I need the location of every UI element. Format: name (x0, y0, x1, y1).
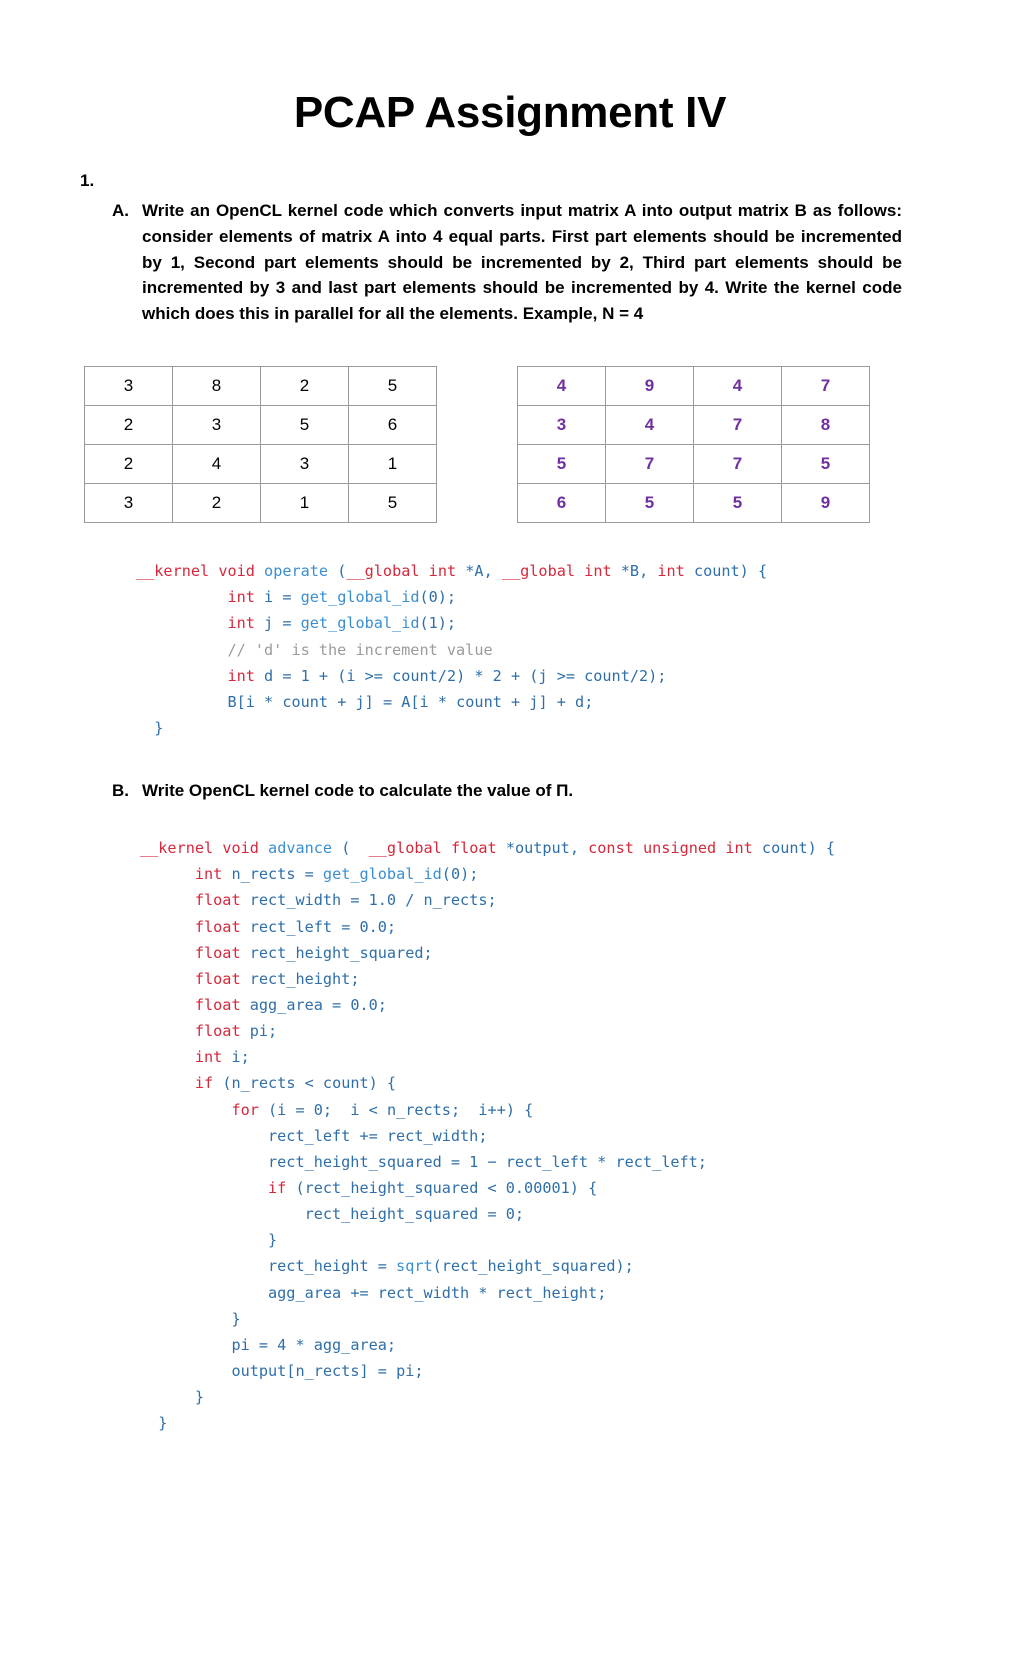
matrix-b-cell: 5 (693, 483, 782, 523)
matrix-a-cell: 4 (172, 444, 261, 484)
matrix-a-cell: 8 (172, 366, 261, 406)
matrix-b-row: 5775 (517, 444, 870, 484)
part-a-text: Write an OpenCL kernel code which conver… (142, 201, 902, 324)
matrix-b-cell: 4 (693, 366, 782, 406)
matrix-b-table: 4947347857756559 (517, 366, 870, 523)
matrix-b-cell: 7 (693, 444, 782, 484)
question-part-b: B. Write OpenCL kernel code to calculate… (112, 778, 902, 804)
matrix-a-row: 3215 (84, 483, 437, 523)
matrix-a-cell: 1 (348, 444, 437, 484)
matrix-a-cell: 5 (348, 483, 437, 523)
matrix-b-cell: 8 (781, 405, 870, 445)
question-number: 1. (80, 171, 95, 190)
part-b-marker: B. (112, 781, 129, 800)
matrix-b-cell: 7 (605, 444, 694, 484)
matrix-b-cell: 4 (517, 366, 606, 406)
matrix-b-cell: 4 (605, 405, 694, 445)
page-title: PCAP Assignment IV (293, 88, 727, 137)
matrix-b-cell: 5 (517, 444, 606, 484)
matrix-a-table: 3825235624313215 (84, 366, 437, 523)
matrix-a-row: 2431 (84, 444, 437, 484)
matrix-b-cell: 5 (605, 483, 694, 523)
matrix-a-cell: 5 (260, 405, 349, 445)
matrix-a-cell: 2 (172, 483, 261, 523)
matrix-b-cell: 5 (781, 444, 870, 484)
matrix-tables: 3825235624313215 4947347857756559 (84, 366, 870, 523)
matrix-a-row: 2356 (84, 405, 437, 445)
matrix-a-cell: 5 (348, 366, 437, 406)
matrix-a-cell: 3 (84, 483, 173, 523)
matrix-b-cell: 9 (605, 366, 694, 406)
matrix-b-cell: 7 (693, 405, 782, 445)
code-block-kernel-operate: __kernel void operate (__global int *A, … (136, 562, 768, 738)
matrix-a-cell: 3 (172, 405, 261, 445)
matrix-a-cell: 2 (84, 405, 173, 445)
matrix-a-cell: 3 (84, 366, 173, 406)
matrix-a-cell: 2 (84, 444, 173, 484)
matrix-a-cell: 1 (260, 483, 349, 523)
matrix-b-cell: 7 (781, 366, 870, 406)
question-part-a: A. Write an OpenCL kernel code which con… (112, 198, 902, 327)
matrix-a-row: 3825 (84, 366, 437, 406)
matrix-b-cell: 9 (781, 483, 870, 523)
part-b-text: Write OpenCL kernel code to calculate th… (142, 781, 574, 800)
document-page: PCAP Assignment IV 1. A. Write an OpenCL… (0, 0, 1020, 1680)
matrix-a-cell: 2 (260, 366, 349, 406)
matrix-b-cell: 3 (517, 405, 606, 445)
part-a-marker: A. (112, 201, 129, 220)
matrix-a-cell: 3 (260, 444, 349, 484)
matrix-b-row: 3478 (517, 405, 870, 445)
code-block-kernel-advance: __kernel void advance ( __global float *… (140, 839, 836, 1433)
matrix-b-cell: 6 (517, 483, 606, 523)
matrix-b-row: 4947 (517, 366, 870, 406)
matrix-b-row: 6559 (517, 483, 870, 523)
matrix-a-cell: 6 (348, 405, 437, 445)
